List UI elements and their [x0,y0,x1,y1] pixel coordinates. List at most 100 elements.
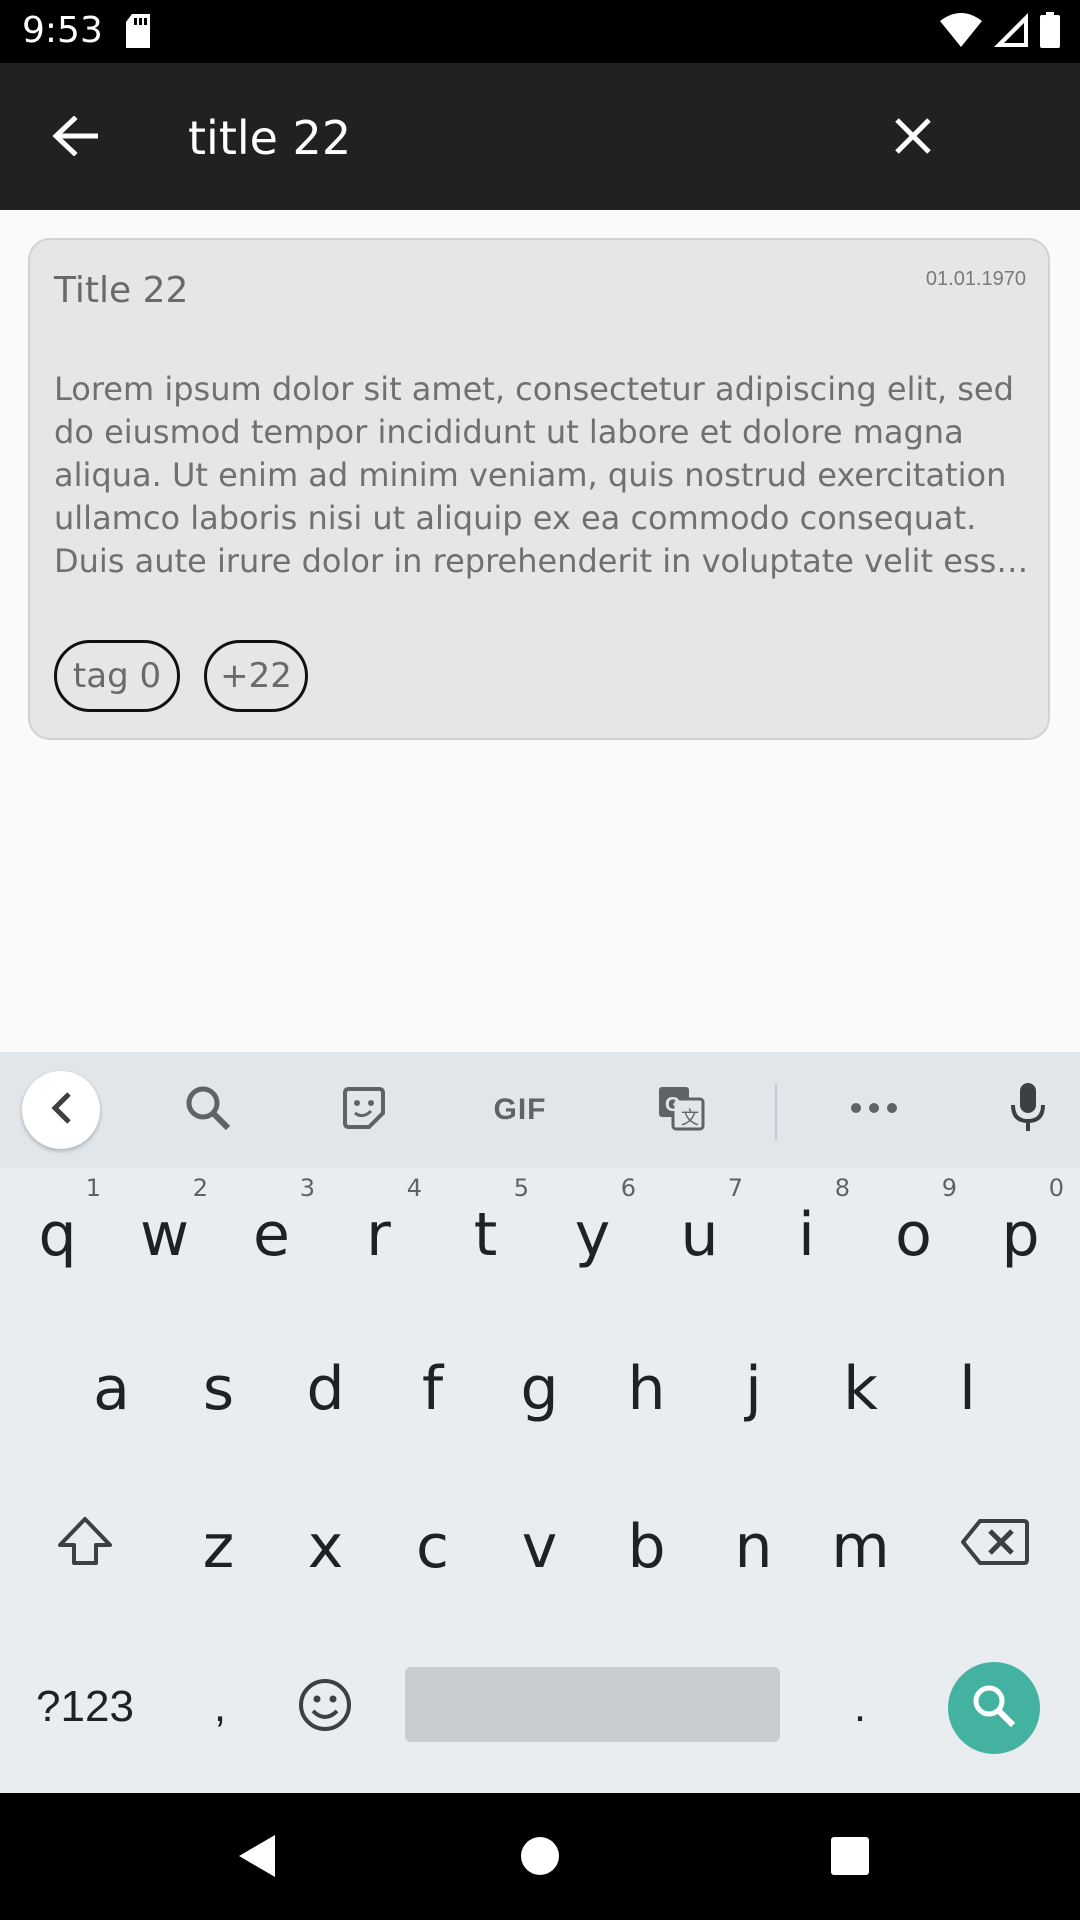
back-button[interactable] [40,103,110,173]
key-hint: 0 [1048,1174,1064,1202]
key-label: o [895,1200,932,1270]
search-icon [971,1683,1017,1734]
key-i[interactable]: i8 [753,1174,860,1290]
keyboard-search-button[interactable] [168,1074,248,1146]
key-label: i [798,1200,815,1270]
tag-chip[interactable]: tag 0 [54,640,180,712]
home-circle-icon [520,1836,560,1881]
collapse-toolbar-button[interactable] [22,1071,100,1149]
key-hint: 5 [513,1174,529,1202]
key-b[interactable]: b [593,1492,700,1602]
back-triangle-icon [237,1833,277,1884]
status-time: 9:53 [22,10,103,51]
more-horiz-icon [850,1101,898,1119]
key-hint: 3 [299,1174,315,1202]
emoji-key[interactable] [280,1662,370,1752]
microphone-icon [1010,1082,1046,1138]
toolbar-divider [775,1084,777,1140]
key-hint: 1 [85,1174,101,1202]
key-label: q [38,1200,77,1270]
shift-key[interactable] [30,1492,140,1602]
nav-home-button[interactable] [505,1823,575,1893]
key-label: e [253,1200,290,1270]
svg-text:G: G [665,1094,681,1116]
key-hint: 2 [192,1174,208,1202]
key-h[interactable]: h [593,1334,700,1444]
key-hint: 6 [620,1174,636,1202]
key-z[interactable]: z [165,1492,272,1602]
key-label: u [680,1200,719,1270]
note-card[interactable]: Title 22 01.01.1970 Lorem ipsum dolor si… [28,238,1050,740]
key-c[interactable]: c [379,1492,486,1602]
key-t[interactable]: t5 [432,1174,539,1290]
key-r[interactable]: r4 [325,1174,432,1290]
voice-input-button[interactable] [988,1074,1068,1146]
key-label: r [366,1200,391,1270]
key-s[interactable]: s [165,1334,272,1444]
key-f[interactable]: f [379,1334,486,1444]
nav-recents-button[interactable] [815,1823,885,1893]
key-k[interactable]: k [807,1334,914,1444]
key-u[interactable]: u7 [646,1174,753,1290]
search-toolbar: title 22 [0,63,1080,210]
key-label: p [1001,1200,1040,1270]
key-x[interactable]: x [272,1492,379,1602]
nav-back-button[interactable] [222,1823,292,1893]
backspace-key[interactable] [940,1492,1050,1602]
clear-search-button[interactable] [878,103,948,173]
key-l[interactable]: l [914,1334,1021,1444]
key-w[interactable]: w2 [111,1174,218,1290]
cell-signal-icon [994,13,1028,52]
recents-square-icon [830,1836,870,1881]
keyboard-toolbar: GIF G文 [0,1052,1080,1168]
backspace-icon [960,1512,1030,1582]
more-options-button[interactable] [834,1074,914,1146]
search-icon [184,1084,232,1137]
key-hint: 8 [834,1174,850,1202]
comma-key[interactable]: , [170,1662,270,1752]
close-icon [893,116,933,161]
key-hint: 9 [941,1174,957,1202]
period-key[interactable]: . [820,1662,900,1752]
note-title: Title 22 [54,270,189,311]
translate-button[interactable]: G文 [641,1074,721,1146]
key-label: y [574,1200,611,1270]
search-action-key[interactable] [948,1662,1040,1754]
emoji-icon [297,1677,353,1738]
key-p[interactable]: p0 [967,1174,1074,1290]
space-key[interactable] [405,1667,780,1742]
note-body: Lorem ipsum dolor sit amet, consectetur … [54,370,1016,580]
key-o[interactable]: o9 [860,1174,967,1290]
status-bar: 9:53 [0,0,1080,63]
sticker-button[interactable] [324,1074,404,1146]
svg-text:文: 文 [681,1108,699,1128]
key-j[interactable]: j [700,1334,807,1444]
sd-card-icon [124,14,152,53]
symbols-key[interactable]: ?123 [20,1662,150,1752]
key-y[interactable]: y6 [539,1174,646,1290]
note-date: 01.01.1970 [925,268,1026,290]
key-g[interactable]: g [486,1334,593,1444]
gif-label: GIF [493,1093,547,1126]
key-v[interactable]: v [486,1492,593,1602]
key-m[interactable]: m [807,1492,914,1602]
wifi-icon [940,13,982,52]
chevron-left-icon [49,1091,73,1130]
shift-icon [56,1512,114,1582]
key-a[interactable]: a [58,1334,165,1444]
more-tags-chip[interactable]: +22 [204,640,308,712]
key-q[interactable]: q1 [4,1174,111,1290]
search-input[interactable]: title 22 [188,111,351,165]
key-e[interactable]: e3 [218,1174,325,1290]
key-d[interactable]: d [272,1334,379,1444]
gif-button[interactable]: GIF [480,1074,560,1146]
key-label: t [473,1200,498,1270]
translate-icon: G文 [657,1085,705,1136]
navigation-bar [0,1793,1080,1920]
arrow-back-icon [52,114,99,161]
key-n[interactable]: n [700,1492,807,1602]
soft-keyboard: GIF G文 q1 w2 e3 r4 t5 y6 u7 i8 o9 p0 a s… [0,1052,1080,1793]
sticker-icon [341,1085,387,1136]
battery-icon [1040,12,1060,53]
key-hint: 7 [727,1174,743,1202]
